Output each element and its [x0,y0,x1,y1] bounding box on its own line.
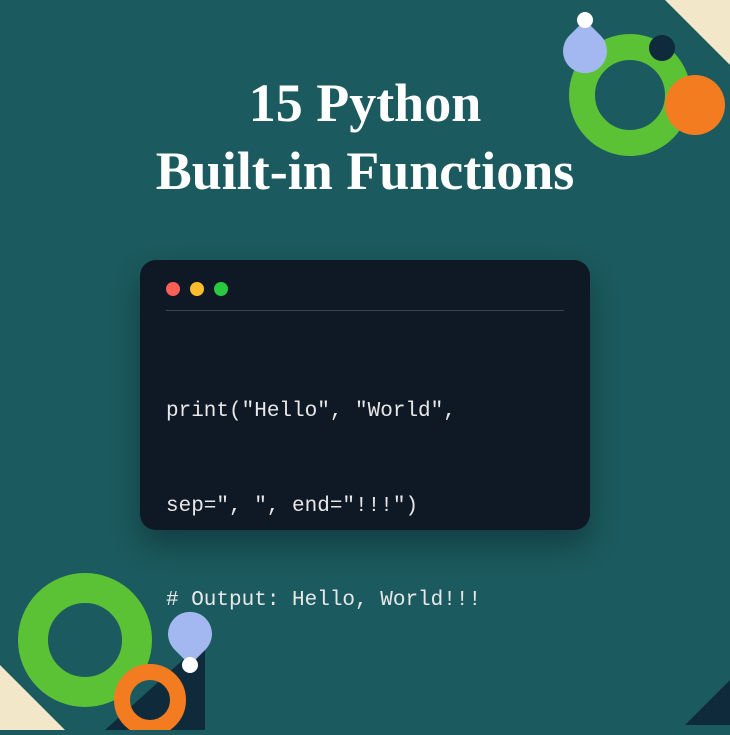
code-line: # Output: Hello, World!!! [166,585,564,617]
title-line-1: 15 Python [0,70,730,138]
code-block: print("Hello", "World", sep=", ", end="!… [166,333,564,680]
maximize-icon [214,282,228,296]
code-line: sep=", ", end="!!!") [166,491,564,523]
decorative-triangle-bottom-right [660,655,730,730]
divider [166,310,564,311]
code-window: print("Hello", "World", sep=", ", end="!… [140,260,590,530]
title-line-2: Built-in Functions [0,138,730,206]
code-line: print("Hello", "World", [166,396,564,428]
page-title: 15 Python Built-in Functions [0,70,730,205]
window-controls [166,282,564,296]
minimize-icon [190,282,204,296]
close-icon [166,282,180,296]
